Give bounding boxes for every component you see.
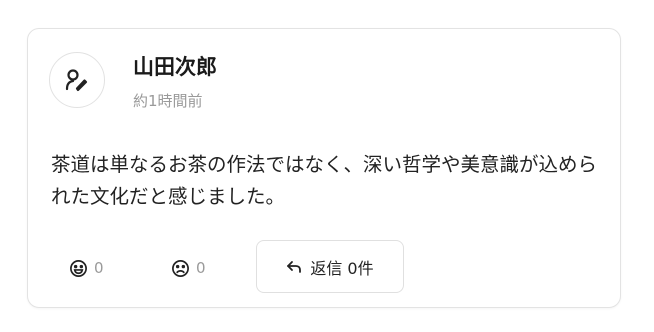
post-timestamp: 約1時間前: [133, 92, 203, 110]
reply-label: 返信: [310, 258, 343, 278]
avatar: [49, 52, 105, 108]
user-icon: [64, 67, 90, 93]
frown-reaction-button[interactable]: 0: [171, 256, 206, 280]
comment-card: 山田次郎 約1時間前 茶道は単なるお茶の作法ではなく、深い哲学や美意識が込められ…: [27, 28, 621, 308]
reply-arrow-icon: [286, 260, 302, 274]
reply-button[interactable]: 返信 0件: [256, 240, 404, 293]
comment-body: 茶道は単なるお茶の作法ではなく、深い哲学や美意識が込められた文化だと感じました。: [51, 153, 598, 208]
smile-reaction-button[interactable]: 0: [69, 256, 104, 280]
smile-count: 0: [94, 259, 104, 277]
smile-icon: [69, 259, 88, 278]
reply-count: 0件: [347, 258, 374, 278]
frown-icon: [171, 259, 190, 278]
author-name: 山田次郎: [133, 55, 217, 79]
frown-count: 0: [196, 259, 206, 277]
